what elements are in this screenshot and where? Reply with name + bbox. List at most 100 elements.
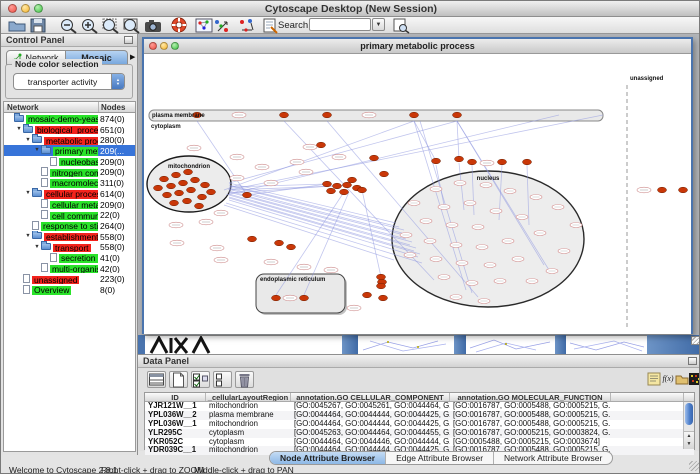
tab-network-attribute-browser[interactable]: Network Attribute Browser [494,452,612,464]
network-view-titlebar[interactable]: primary metabolic process [144,39,691,54]
network-node[interactable] [317,142,326,148]
tree-expander-icon[interactable]: ▼ [15,126,23,132]
network-node[interactable] [343,182,352,188]
tree-row[interactable]: ▼biological_process651(0) [4,124,135,135]
tree-expander-icon[interactable]: ▼ [33,147,41,153]
tree-row[interactable]: macromolecule311(0) [4,177,135,188]
network-node[interactable] [175,190,184,196]
tree-row[interactable]: secretion41(0) [4,252,135,263]
table-row[interactable]: YLR295Ccytoplasm[GO:0045263, GO:0044464,… [145,429,694,438]
background-frame[interactable] [145,335,342,354]
tree-expander-icon[interactable]: ▼ [24,137,32,143]
network-node[interactable] [300,295,309,301]
network-node[interactable] [198,194,207,200]
network-node[interactable] [163,192,172,198]
network-node[interactable] [323,181,332,187]
table-row[interactable]: YKR052Ccytoplasm[GO:0044464, GO:0044446,… [145,438,694,447]
scrollbar-thumb[interactable] [685,403,693,425]
network-node[interactable] [248,236,257,242]
scrollbar-arrows[interactable]: ▲▼ [684,431,694,449]
table-column-header[interactable] [611,393,684,401]
network-node[interactable] [327,188,336,194]
network-node[interactable] [201,182,210,188]
network-node[interactable] [468,159,477,165]
delete-attribute-icon[interactable] [235,371,254,388]
tree-row[interactable]: unassigned223(0) [4,273,135,284]
network-node[interactable] [243,192,252,198]
table-mode-icon[interactable] [147,371,166,388]
attribute-list-icon[interactable] [647,372,661,387]
network-node[interactable] [453,112,462,118]
tree-row[interactable]: response to stimulu264(0) [4,220,135,231]
node-color-dropdown[interactable]: transporter activity ▲▼ [13,73,125,90]
network-node[interactable] [340,189,349,195]
network-node[interactable] [160,176,169,182]
tree-expander-icon[interactable]: ▼ [33,244,41,250]
tree-row[interactable]: nucleobase-209(0) [4,156,135,167]
background-frame[interactable] [358,335,454,354]
save-icon[interactable] [28,17,48,33]
tree-row[interactable]: ▼establishment of lo558(0) [4,231,135,242]
network-node[interactable] [184,169,193,175]
network-node[interactable] [523,159,532,165]
float-panel-icon[interactable] [688,357,697,365]
float-panel-icon[interactable] [124,36,133,44]
network-node[interactable] [167,183,176,189]
tree-row[interactable]: ▼metabolic process280(0) [4,134,135,145]
network-node[interactable] [377,274,386,280]
open-icon[interactable] [7,17,27,33]
nucleus-region[interactable] [392,171,584,307]
tab-overflow-arrow[interactable]: ▶ [130,50,135,65]
select-attributes-icon[interactable] [191,371,210,388]
new-attribute-icon[interactable] [169,371,188,388]
network-node[interactable] [658,187,667,193]
network-node[interactable] [370,155,379,161]
network-node[interactable] [432,158,441,164]
network-node[interactable] [380,171,389,177]
tree-expander-icon[interactable]: ▼ [24,190,32,196]
network-view-frame[interactable]: primary metabolic process plasma membran… [142,37,693,334]
table-scrollbar[interactable]: ▲▼ [683,402,694,449]
network-canvas[interactable]: plasma membranecytoplasmmitochondrionnuc… [144,55,691,334]
network-node[interactable] [172,172,181,178]
table-column-header[interactable]: annotation.GO CELLULAR_COMPONENT [291,393,450,401]
network-node[interactable] [498,159,507,165]
network-node[interactable] [455,156,464,162]
network-node[interactable] [187,187,196,193]
zoom-fit-icon[interactable] [122,17,142,33]
network-node[interactable] [333,183,342,189]
search-input[interactable] [309,18,371,31]
network-frame-icon[interactable] [194,17,214,33]
table-column-header[interactable]: _cellularLayoutRegion [206,393,291,401]
background-frame[interactable] [466,335,555,354]
tree-column-network[interactable]: Network [4,102,99,112]
zoom-selected-icon[interactable] [101,17,121,33]
network-node[interactable] [323,112,332,118]
import-attributes-icon[interactable] [675,372,689,387]
network-node[interactable] [195,203,204,209]
network-node[interactable] [363,292,372,298]
layout-spring-icon[interactable] [212,17,232,33]
zoom-in-icon[interactable] [80,17,100,33]
layout-attribute-icon[interactable] [237,17,257,33]
function-builder-icon[interactable]: f(x) [661,372,675,387]
annotation-icon[interactable] [260,17,280,33]
tree-row[interactable]: Overview8(0) [4,284,135,295]
table-column-header[interactable]: annotation.GO MOLECULAR_FUNCTION [450,393,611,401]
network-node[interactable] [348,177,357,183]
tree-row[interactable]: ▼cellular process614(0) [4,188,135,199]
network-node[interactable] [179,180,188,186]
network-node[interactable] [191,177,200,183]
table-row[interactable]: YJR121W__1mitochondrion[GO:0045267, GO:0… [145,402,694,411]
tree-row[interactable]: cell communicat22(0) [4,209,135,220]
tab-edge-attribute-browser[interactable]: Edge Attribute Browser [386,452,494,464]
search-dropdown-arrow[interactable]: ▼ [372,18,385,31]
tree-row[interactable]: ▼transport558(0) [4,241,135,252]
tree-expander-icon[interactable]: ▼ [24,233,32,239]
network-node[interactable] [280,112,289,118]
matrix-icon[interactable] [689,372,700,387]
window-resize-grip[interactable] [689,461,699,471]
tab-node-attribute-browser[interactable]: Node Attribute Browser [270,452,386,464]
unselect-attributes-icon[interactable] [213,371,232,388]
frame-resize-grip[interactable] [691,336,700,345]
